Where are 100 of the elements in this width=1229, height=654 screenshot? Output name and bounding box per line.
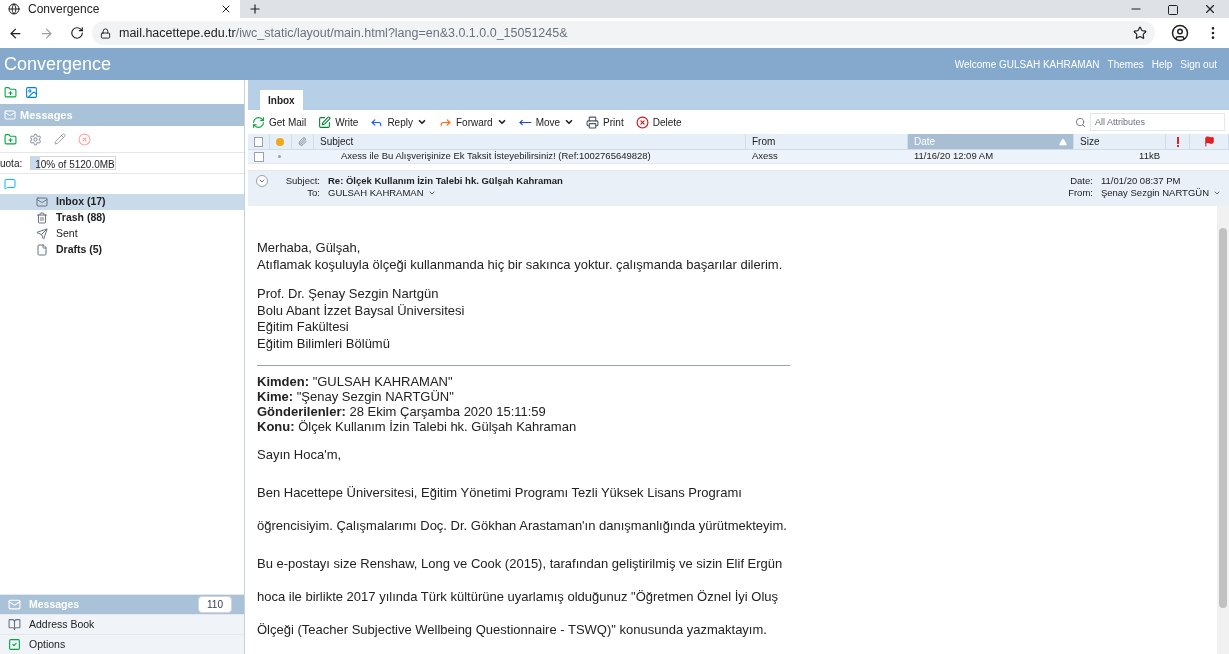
nav-label: Options	[29, 636, 67, 652]
checkmark-icon	[8, 638, 21, 651]
important-icon	[1175, 136, 1180, 147]
dropdown-caret-icon	[496, 117, 507, 127]
nav-item[interactable]: Address Book	[0, 614, 244, 634]
quota-text: 10% of 5120.0MB	[34, 159, 115, 170]
checkbox[interactable]	[254, 136, 263, 147]
new-folder-icon[interactable]	[4, 132, 17, 146]
image-icon[interactable]	[25, 85, 38, 99]
refresh-icon	[252, 115, 265, 129]
envelope-icon	[4, 109, 16, 121]
folder-item[interactable]: Sent	[0, 226, 244, 242]
lock-icon	[100, 27, 111, 39]
new-tab-icon[interactable]	[248, 2, 262, 16]
section-title: Messages	[20, 107, 73, 123]
collapse-toggle[interactable]	[256, 175, 268, 187]
pen-icon	[318, 115, 332, 129]
globe-icon	[8, 3, 20, 15]
nav-label: Address Book	[29, 616, 96, 632]
folder-name: Sent	[56, 226, 78, 242]
body-text: Bu e-postayı size Renshaw, Long ve Cook (2015), tarafından geliştirilmiş ve sizin Elif Ergün	[257, 555, 784, 573]
tab[interactable]: Inbox	[260, 90, 303, 110]
quota-label: uota:	[0, 156, 23, 171]
toolbar-button[interactable]: Print	[586, 114, 624, 130]
toolbar-button[interactable]: Move	[518, 114, 575, 130]
body-text: Ben Hacettepe Üniversitesi, Eğitim Yönetimi Programı Tezli Yüksek Lisans Programı	[257, 484, 743, 502]
folder-item[interactable]: Drafts (5)	[0, 242, 244, 258]
star-icon[interactable]	[1133, 26, 1147, 40]
count-badge: 110	[198, 596, 232, 613]
nav-item[interactable]: Messages 110	[0, 594, 244, 614]
search-field[interactable]: All Attributes	[1090, 113, 1225, 131]
folder-item[interactable]: Inbox (17)	[0, 194, 244, 210]
body-text: Sayın Hoca'm,	[257, 446, 343, 464]
gear-icon[interactable]	[29, 132, 42, 146]
from-label: From:	[1067, 187, 1093, 199]
mailbox-icon[interactable]	[4, 178, 16, 190]
to-label: To:	[306, 187, 320, 199]
send-icon	[36, 228, 48, 240]
toolbar-button[interactable]: Reply	[370, 114, 427, 130]
folder-item[interactable]: Trash (88)	[0, 210, 244, 226]
browser-tab[interactable]: Convergence	[0, 0, 240, 18]
new-folder-icon[interactable]	[4, 85, 17, 99]
envelope-icon	[8, 598, 21, 611]
book-icon	[8, 618, 21, 631]
address-bar[interactable]: mail.hacettepe.edu.tr/iwc_static/layout/main.html?lang=en&3.0.1.0.0_15051245&	[92, 21, 1155, 45]
chevron-icon	[258, 177, 266, 185]
column-header[interactable]: Size	[1074, 134, 1166, 149]
scrollbar[interactable]	[1217, 206, 1229, 654]
caret-icon	[1213, 189, 1221, 197]
message-row[interactable]: Axess ile Bu Alışverişinize Ek Taksit İsteyebilirsiniz! (Ref:1002765649828) Axess 11/16/20 12:09 AM 11kB	[248, 150, 1229, 164]
body-text: öğrencisiyim. Çalışmalarımı Doç. Dr. Gökhan Arastaman'ın danışmanlığında yürütmekteyim.	[257, 517, 788, 535]
close-window-icon[interactable]	[1203, 2, 1217, 16]
body-text: Merhaba, Gülşah,	[257, 240, 362, 257]
date-label: Date:	[1069, 175, 1093, 187]
trash-icon	[36, 212, 48, 224]
body-text: Eğitim Bilimleri Bölümü	[257, 335, 391, 352]
table-cell: Axess	[752, 149, 778, 164]
table-cell: 11kB	[1139, 149, 1160, 164]
body-text: Prof. Dr. Şenay Sezgin Nartgün	[257, 286, 440, 303]
body-text: Atıflamak koşuluyla ölçeği kullanmanda hiç bir sakınca yoktur. çalışmanda başarılar dilerim.	[257, 256, 784, 273]
pencil-icon[interactable]	[54, 133, 66, 145]
body-text: hoca ile birlikte 2017 yılında Türk kültürüne uyarlamış olduğunuz "Öğretmen Öznel İyi Oluş	[257, 588, 780, 606]
url-text: mail.hacettepe.edu.tr/iwc_static/layout/main.html?lang=en&3.0.1.0.0_15051245&	[119, 24, 568, 42]
quoted-header-line: Konu: Ölçek Kullanım İzin Talebi hk. Gülşah Kahraman	[257, 419, 578, 434]
search-icon	[1075, 116, 1086, 128]
forward-nav-icon[interactable]	[39, 25, 54, 41]
body-text: Eğitim Fakültesi	[257, 319, 350, 336]
document-icon	[36, 244, 48, 256]
delete-icon[interactable]	[78, 132, 91, 146]
toolbar-button[interactable]: Delete	[635, 114, 682, 130]
dropdown-caret-icon	[564, 117, 575, 127]
welcome-text: Welcome GULSAH KAHRAMAN	[954, 57, 1100, 72]
table-cell: 11/16/20 12:09 AM	[914, 149, 994, 164]
caret-icon	[427, 189, 436, 197]
folder-name: Trash (88)	[56, 210, 106, 226]
app-title: Convergence	[4, 52, 113, 76]
subject-label: Subject:	[284, 175, 320, 187]
table-cell: Axess ile Bu Alışverişinize Ek Taksit İsteyebilirsiniz! (Ref:1002765649828)	[341, 149, 651, 164]
quoted-header-line: Gönderilenler: 28 Ekim Çarşamba 2020 15:11:59	[257, 404, 547, 419]
reload-icon[interactable]	[70, 26, 84, 40]
nav-label: Messages	[29, 596, 81, 612]
sender-link[interactable]: Şenay Sezgin NARTGÜN	[1100, 187, 1221, 199]
nav-item[interactable]: Options	[0, 634, 244, 654]
back-icon[interactable]	[8, 25, 23, 41]
folder-name: Inbox (17)	[56, 194, 106, 210]
row-checkbox[interactable]	[254, 151, 264, 162]
dropdown-caret-icon	[416, 117, 427, 127]
column-header[interactable]: Subject	[314, 134, 746, 149]
toolbar-button[interactable]: Get Mail	[252, 114, 307, 130]
recipient-link[interactable]: GULSAH KAHRAMAN	[328, 187, 436, 199]
toolbar-button[interactable]: Write	[318, 114, 359, 130]
profile-icon[interactable]	[1171, 24, 1189, 42]
paperclip-icon	[298, 136, 307, 147]
body-text: Ölçeği (Teacher Subjective Wellbeing Questionnaire - TSWQ)" konusunda yazmaktayım.	[257, 621, 768, 639]
close-icon[interactable]	[220, 3, 232, 15]
date-text: 11/01/20 08:37 PM	[1100, 175, 1181, 187]
printer-icon	[586, 115, 600, 129]
envelope-icon	[36, 196, 48, 208]
toolbar-button[interactable]: Forward	[438, 114, 507, 130]
maximize-icon[interactable]	[1167, 4, 1179, 16]
